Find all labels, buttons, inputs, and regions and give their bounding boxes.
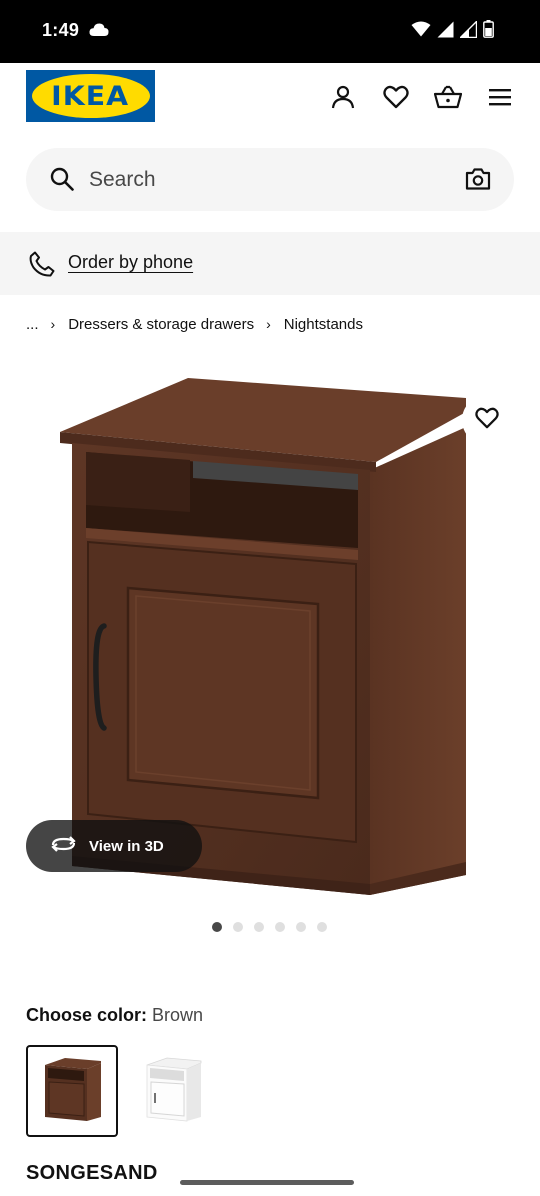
camera-icon[interactable]	[465, 167, 491, 196]
status-time: 1:49	[42, 20, 80, 40]
breadcrumb-ellipsis[interactable]: ...	[26, 316, 39, 333]
logo-text: IKEA	[51, 80, 130, 112]
order-by-phone-link[interactable]: Order by phone	[68, 252, 193, 273]
brown-nightstand-thumbnail	[45, 1058, 101, 1121]
heart-icon	[475, 407, 499, 434]
system-icons	[411, 19, 494, 43]
color-swatch-white[interactable]	[126, 1045, 218, 1137]
signal-icon	[437, 21, 454, 43]
carousel-dot[interactable]	[212, 922, 222, 932]
search-bar[interactable]: Search	[26, 148, 514, 211]
white-nightstand-thumbnail	[146, 1057, 202, 1122]
view-in-3d-button[interactable]: View in 3D	[26, 820, 202, 872]
product-name: SONGESAND	[26, 1162, 158, 1184]
selected-color-value: Brown	[152, 1005, 204, 1025]
gesture-home-bar[interactable]	[180, 1180, 354, 1185]
status-bar: 1:49	[0, 0, 540, 63]
carousel-dot[interactable]	[233, 922, 243, 932]
color-selector-label: Choose color: Brown	[26, 1005, 203, 1026]
breadcrumb-dressers[interactable]: Dressers & storage drawers	[68, 316, 254, 333]
account-icon[interactable]	[329, 83, 357, 111]
search-placeholder: Search	[89, 168, 156, 191]
chevron-right-icon: ›	[266, 316, 271, 332]
rotate-3d-icon	[50, 834, 77, 859]
heart-icon[interactable]	[382, 83, 410, 111]
signal-weak-icon	[458, 19, 478, 43]
wifi-icon	[411, 21, 431, 42]
color-swatch-brown[interactable]	[26, 1045, 118, 1137]
choose-color-label: Choose color:	[26, 1005, 148, 1025]
search-icon	[50, 167, 74, 196]
carousel-dot[interactable]	[317, 922, 327, 932]
battery-icon	[483, 20, 494, 43]
breadcrumb: ... › Dressers & storage drawers › Night…	[26, 314, 363, 334]
phone-icon	[28, 250, 56, 283]
carousel-dot[interactable]	[254, 922, 264, 932]
site-header: IKEA	[0, 63, 540, 138]
chevron-right-icon: ›	[50, 316, 56, 332]
ikea-logo[interactable]: IKEA	[26, 70, 155, 122]
order-by-phone-bar: Order by phone	[0, 232, 540, 295]
cart-icon[interactable]	[434, 83, 462, 111]
cloud-icon	[89, 23, 109, 41]
carousel-dot[interactable]	[296, 922, 306, 932]
favorite-button[interactable]	[462, 395, 512, 445]
breadcrumb-nightstands[interactable]: Nightstands	[284, 316, 363, 333]
image-carousel-dots	[212, 922, 327, 932]
logo-oval: IKEA	[31, 74, 150, 118]
menu-icon[interactable]	[486, 83, 514, 111]
carousel-dot[interactable]	[275, 922, 285, 932]
view-in-3d-label: View in 3D	[89, 837, 164, 855]
